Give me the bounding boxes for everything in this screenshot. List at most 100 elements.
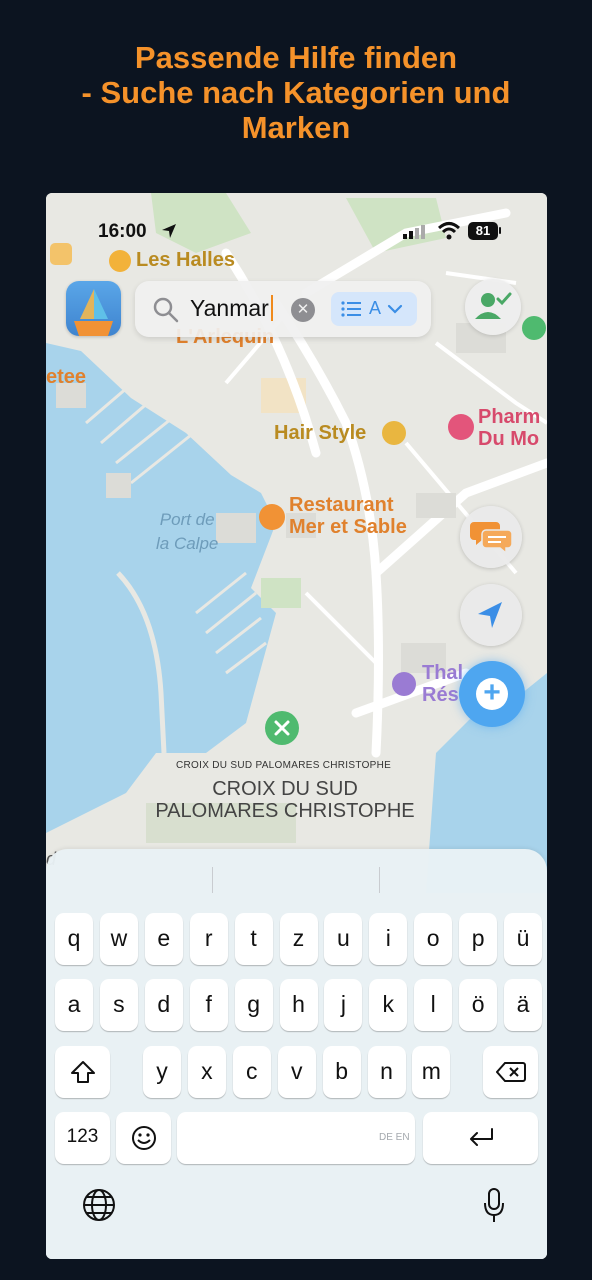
user-verified-button[interactable] bbox=[465, 279, 521, 335]
key-c[interactable]: c bbox=[232, 1046, 271, 1098]
key-h[interactable]: h bbox=[279, 979, 318, 1031]
signal-icon bbox=[403, 225, 425, 239]
campsite-icon[interactable] bbox=[522, 316, 546, 340]
key-q[interactable]: q bbox=[55, 913, 93, 965]
emoji-icon bbox=[131, 1126, 156, 1150]
key-e[interactable]: e bbox=[144, 913, 183, 965]
key-v[interactable]: v bbox=[277, 1046, 316, 1098]
suggestion-divider bbox=[212, 867, 213, 893]
microphone-icon[interactable] bbox=[483, 1188, 505, 1224]
wifi-icon bbox=[437, 222, 461, 240]
search-bar[interactable]: Yanmar ✕ A bbox=[135, 281, 431, 337]
key-t[interactable]: t bbox=[234, 913, 273, 965]
map-label-croix[interactable]: CROIX DU SUD PALOMARES CHRISTOPHE bbox=[140, 778, 430, 822]
croix-line-1: CROIX DU SUD bbox=[212, 778, 358, 800]
pharmacy-icon[interactable] bbox=[448, 414, 474, 440]
croix-line-2: PALOMARES CHRISTOPHE bbox=[155, 800, 415, 822]
return-icon bbox=[469, 1128, 493, 1146]
headline-line-1: Passende Hilfe finden bbox=[134, 40, 458, 75]
battery-icon: 81 bbox=[468, 222, 498, 240]
list-icon bbox=[341, 301, 361, 317]
locate-me-button[interactable] bbox=[460, 584, 522, 646]
backspace-icon bbox=[495, 1062, 526, 1082]
headline-line-2: - Suche nach Kategorien und bbox=[81, 75, 511, 110]
scissors-icon[interactable] bbox=[382, 421, 406, 445]
emoji-key[interactable] bbox=[116, 1112, 171, 1164]
key-r[interactable]: r bbox=[189, 913, 228, 965]
key-f[interactable]: f bbox=[189, 979, 228, 1031]
headline: Passende Hilfe finden - Suche nach Kateg… bbox=[0, 40, 592, 145]
key-ö[interactable]: ö bbox=[459, 979, 498, 1031]
chat-button[interactable] bbox=[460, 506, 522, 568]
person-check-icon bbox=[475, 292, 512, 319]
map-label-les-halles[interactable]: Les Halles bbox=[136, 249, 235, 272]
navigation-arrow-icon bbox=[478, 602, 502, 628]
key-m[interactable]: m bbox=[412, 1046, 451, 1098]
filter-label: A bbox=[369, 298, 382, 318]
battery-tip bbox=[499, 227, 501, 234]
location-arrow-icon bbox=[162, 224, 176, 238]
key-b[interactable]: b bbox=[322, 1046, 361, 1098]
suggestion-divider bbox=[379, 867, 380, 893]
restaurant-line-2: Mer et Sable bbox=[289, 516, 407, 538]
key-s[interactable]: s bbox=[99, 979, 138, 1031]
key-ä[interactable]: ä bbox=[504, 979, 542, 1031]
map-label-restaurant[interactable]: Restaurant Mer et Sable bbox=[289, 494, 407, 538]
key-o[interactable]: o bbox=[414, 913, 453, 965]
chevron-down-icon bbox=[387, 304, 403, 314]
map-label-hotel[interactable]: Thal Rés bbox=[422, 662, 463, 706]
map-label-croix-small: CROIX DU SUD PALOMARES CHRISTOPHE bbox=[176, 760, 392, 771]
key-x[interactable]: x bbox=[187, 1046, 226, 1098]
map-label-pharmacy[interactable]: Pharm Du Mo bbox=[478, 406, 540, 450]
port-line-2: la Calpe bbox=[156, 534, 219, 553]
numbers-key[interactable]: 123 bbox=[55, 1112, 110, 1164]
map-label-etee: etee bbox=[46, 366, 87, 388]
key-w[interactable]: w bbox=[99, 913, 138, 965]
hotel-line-2: Rés bbox=[422, 684, 459, 706]
key-g[interactable]: g bbox=[234, 979, 273, 1031]
key-j[interactable]: j bbox=[324, 979, 363, 1031]
headline-line-3: Marken bbox=[241, 110, 351, 145]
language-hint: DE EN bbox=[379, 1132, 410, 1143]
pharmacy-line-2: Du Mo bbox=[478, 428, 540, 450]
category-filter-button[interactable]: A bbox=[331, 292, 417, 326]
search-icon bbox=[153, 297, 179, 323]
restaurant-icon[interactable] bbox=[259, 504, 285, 530]
search-input-value: Yanmar bbox=[190, 295, 269, 321]
key-a[interactable]: a bbox=[55, 979, 93, 1031]
status-time: 16:00 bbox=[98, 221, 147, 242]
key-z[interactable]: z bbox=[279, 913, 318, 965]
text-caret bbox=[270, 295, 273, 321]
key-ü[interactable]: ü bbox=[504, 913, 542, 965]
status-bar: 16:00 81 bbox=[46, 217, 547, 247]
keyboard: qwertzuiopü asdfghjklöä yxcvbnm 123 DE E… bbox=[46, 849, 547, 1259]
hotel-line-1: Thal bbox=[422, 662, 464, 684]
chat-icon bbox=[470, 522, 513, 555]
key-l[interactable]: l bbox=[414, 979, 453, 1031]
shift-key[interactable] bbox=[55, 1046, 110, 1098]
repair-tools-icon[interactable] bbox=[265, 711, 299, 745]
key-y[interactable]: y bbox=[143, 1046, 181, 1098]
key-u[interactable]: u bbox=[324, 913, 363, 965]
globe-icon[interactable] bbox=[82, 1188, 116, 1222]
search-input[interactable]: Yanmar bbox=[190, 295, 273, 322]
key-n[interactable]: n bbox=[367, 1046, 406, 1098]
key-k[interactable]: k bbox=[369, 979, 408, 1031]
map-label-hair-style[interactable]: Hair Style bbox=[274, 422, 366, 445]
app-logo-icon[interactable] bbox=[66, 281, 121, 336]
plus-icon: + bbox=[476, 678, 508, 710]
hotel-icon[interactable] bbox=[392, 672, 416, 696]
add-button[interactable]: + bbox=[459, 661, 525, 727]
shift-icon bbox=[70, 1061, 95, 1083]
key-d[interactable]: d bbox=[144, 979, 183, 1031]
map-label-port: Port de la Calpe bbox=[156, 508, 218, 556]
key-i[interactable]: i bbox=[369, 913, 408, 965]
backspace-key[interactable] bbox=[483, 1046, 538, 1098]
phone-screen: Les Halles L'Arlequin etee Pharm Du Mo H… bbox=[46, 193, 547, 1259]
basket-icon[interactable] bbox=[109, 250, 131, 272]
return-key[interactable] bbox=[423, 1112, 538, 1164]
key-p[interactable]: p bbox=[459, 913, 498, 965]
port-line-1: Port de bbox=[159, 510, 215, 529]
clear-icon[interactable]: ✕ bbox=[291, 298, 315, 322]
restaurant-line-1: Restaurant bbox=[289, 494, 394, 516]
